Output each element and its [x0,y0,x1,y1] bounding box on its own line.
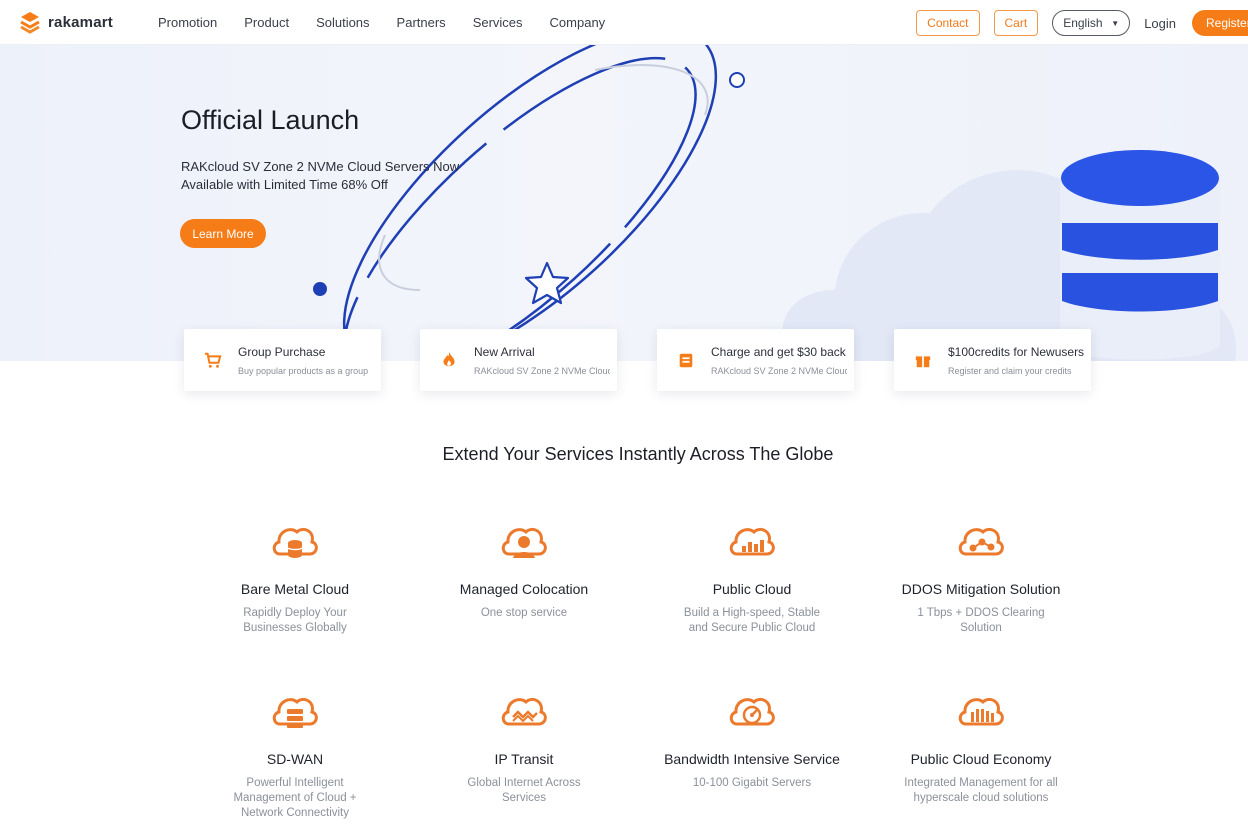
hero-banner: Official Launch RAKcloud SV Zone 2 NVMe … [0,45,1248,361]
service-name: Managed Colocation [459,581,589,597]
menu-company[interactable]: Company [550,15,606,30]
cart-button[interactable]: Cart [993,10,1039,36]
learn-more-button[interactable]: Learn More [180,219,266,248]
contact-button[interactable]: Contact [916,10,980,36]
service-name: IP Transit [494,751,554,767]
service-desc: Rapidly Deploy Your Businesses Globally [243,607,347,634]
colocation-icon [501,527,547,558]
flame-icon [443,351,455,367]
bare-metal-cloud-icon [272,527,318,558]
service-desc: Integrated Management for all hyperscale… [904,777,1058,804]
sd-wan-icon [272,697,318,728]
service-desc: One stop service [480,607,568,619]
promo-title: $100credits for Newusers [948,345,1084,359]
ip-transit-icon [501,697,547,726]
service-desc: Build a High-speed, Stable and Secure Pu… [683,607,821,634]
main-menu: Promotion Product Solutions Partners Ser… [158,15,632,30]
menu-promotion[interactable]: Promotion [158,15,217,30]
promo-card-new-users[interactable]: $100credits for Newusers Register and cl… [894,329,1091,391]
service-public-cloud[interactable]: Public Cloud Build a High-speed, Stable … [637,520,867,636]
orbit-rings [342,45,718,361]
menu-services[interactable]: Services [473,15,523,30]
promo-title: Group Purchase [238,345,326,359]
ddos-icon [958,527,1004,556]
promo-desc: Buy popular products as a group [238,366,369,376]
service-name: DDOS Mitigation Solution [901,581,1061,597]
gift-icon [915,356,931,368]
logo[interactable]: rakamart [18,10,113,34]
register-button[interactable]: Register [1192,10,1248,36]
service-managed-colocation[interactable]: Managed Colocation One stop service [409,520,639,621]
nav-actions: Contact Cart English ▼ Login Register [916,10,1248,36]
orbit-dot-icon [313,282,327,296]
logo-icon [20,12,40,34]
orbit-node-icon [729,72,745,88]
contact-label: Contact [927,16,969,30]
service-name: Bandwidth Intensive Service [664,751,840,767]
bandwidth-icon [729,697,775,726]
top-navbar: rakamart Promotion Product Solutions Par… [0,0,1248,45]
promo-desc: RAKcloud SV Zone 2 NVMe Cloud Servers [474,366,610,376]
language-label: English [1063,16,1103,30]
learn-more-label: Learn More [192,226,254,241]
promo-card-group-purchase[interactable]: Group Purchase Buy popular products as a… [184,329,381,391]
service-desc: 1 Tbps + DDOS Clearing Solution [917,607,1045,634]
service-name: Public Cloud [712,581,792,597]
service-ip-transit[interactable]: IP Transit Global Internet Across Servic… [409,690,639,806]
menu-product[interactable]: Product [244,15,289,30]
service-desc: Powerful Intelligent Management of Cloud… [233,777,357,819]
promo-desc: RAKcloud SV Zone 2 NVMe Cloud Servers [711,366,847,376]
logo-text: rakamart [48,13,113,31]
section-title: Extend Your Services Instantly Across Th… [442,444,834,464]
promo-title: Charge and get $30 back [711,345,846,359]
language-select[interactable]: English ▼ [1052,10,1131,36]
register-label: Register [1206,16,1248,30]
service-public-cloud-economy[interactable]: Public Cloud Economy Integrated Manageme… [866,690,1096,806]
cart-icon [204,352,222,368]
hero-subtitle: RAKcloud SV Zone 2 NVMe Cloud Servers No… [181,159,460,192]
menu-solutions[interactable]: Solutions [316,15,369,30]
menu-partners[interactable]: Partners [397,15,446,30]
service-sd-wan[interactable]: SD-WAN Powerful Intelligent Management o… [180,690,410,821]
service-name: Public Cloud Economy [910,751,1052,767]
service-ddos-mitigation[interactable]: DDOS Mitigation Solution 1 Tbps + DDOS C… [866,520,1096,636]
cloud-economy-icon [958,697,1004,726]
promo-card-charge[interactable]: Charge and get $30 back RAKcloud SV Zone… [657,329,854,391]
hero-illustration [313,45,1237,361]
promo-card-new-arrival[interactable]: New Arrival RAKcloud SV Zone 2 NVMe Clou… [420,329,617,391]
caret-down-icon: ▼ [1111,18,1120,28]
wallet-icon [679,353,693,368]
service-name: SD-WAN [266,751,324,767]
service-name: Bare Metal Cloud [240,581,350,597]
public-cloud-icon [729,527,775,556]
service-bare-metal-cloud[interactable]: Bare Metal Cloud Rapidly Deploy Your Bus… [180,520,410,636]
cart-label: Cart [1004,16,1028,30]
promo-desc: Register and claim your credits [948,366,1072,376]
service-bandwidth-intensive[interactable]: Bandwidth Intensive Service 10-100 Gigab… [637,690,867,791]
login-link[interactable]: Login [1144,16,1176,31]
service-desc: Global Internet Across Services [467,777,581,804]
promo-title: New Arrival [474,345,535,359]
service-desc: 10-100 Gigabit Servers [692,777,812,789]
hero-title: Official Launch [181,105,360,135]
